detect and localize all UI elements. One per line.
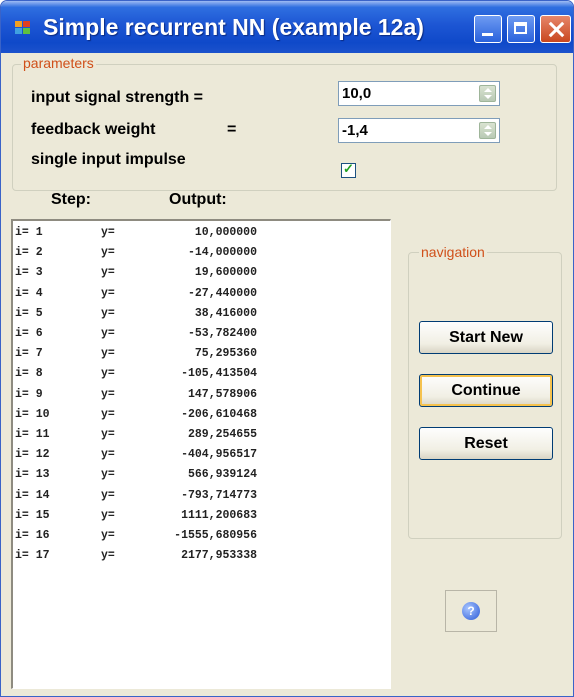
spinner-arrows-icon[interactable] bbox=[479, 122, 496, 139]
output-list[interactable]: i= 1 y= 10,000000 i= 2 y= -14,000000 i= 3 y= 19,… bbox=[11, 219, 391, 689]
step-header: Step: bbox=[51, 191, 91, 208]
help-button[interactable]: ? bbox=[445, 590, 497, 632]
minimize-icon bbox=[482, 33, 493, 36]
step-label: i= 15 bbox=[15, 508, 50, 522]
minimize-button[interactable] bbox=[474, 15, 502, 43]
output-value: 2177,953338 bbox=[181, 549, 257, 563]
output-value: -105,413504 bbox=[181, 367, 257, 381]
y-label: y= bbox=[101, 347, 115, 361]
app-window: Simple recurrent NN (example 12a) parame… bbox=[0, 0, 574, 697]
output-value: -206,610468 bbox=[181, 407, 257, 421]
spinner-arrows-icon[interactable] bbox=[479, 85, 496, 102]
list-item[interactable]: i= 12 y= -404,956517 bbox=[13, 448, 257, 468]
step-label: i= 2 bbox=[15, 246, 43, 260]
y-label: y= bbox=[101, 246, 115, 260]
output-value: -793,714773 bbox=[181, 488, 257, 502]
list-item[interactable]: i= 3 y= 19,600000 bbox=[13, 266, 257, 286]
checkmark-icon: ✓ bbox=[343, 161, 354, 176]
y-label: y= bbox=[101, 468, 115, 482]
output-value: 566,939124 bbox=[187, 468, 257, 482]
step-label: i= 16 bbox=[15, 529, 50, 542]
feedback-weight-equals: = bbox=[227, 121, 237, 138]
maximize-icon bbox=[514, 22, 527, 34]
list-item[interactable]: i= 14 y= -793,714773 bbox=[13, 489, 257, 509]
step-label: i= 17 bbox=[15, 549, 50, 563]
feedback-weight-value[interactable]: -1,4 bbox=[342, 122, 368, 139]
step-label: i= 9 bbox=[15, 387, 43, 401]
list-item[interactable]: i= 9 y= 147,578906 bbox=[13, 388, 257, 408]
output-value: -1555,680956 bbox=[174, 529, 257, 542]
step-label: i= 12 bbox=[15, 448, 50, 462]
list-item[interactable]: i= 10 y= -206,610468 bbox=[13, 408, 257, 428]
step-label: i= 3 bbox=[15, 266, 43, 280]
output-value: 75,295360 bbox=[194, 347, 257, 361]
continue-button[interactable]: Continue bbox=[419, 374, 553, 407]
output-value: 38,416000 bbox=[194, 306, 257, 320]
reset-button[interactable]: Reset bbox=[419, 427, 553, 460]
navigation-legend: navigation bbox=[419, 244, 487, 260]
step-label: i= 4 bbox=[15, 286, 43, 300]
list-item[interactable]: i= 7 y= 75,295360 bbox=[13, 347, 257, 367]
output-value: 10,000000 bbox=[194, 226, 257, 239]
feedback-weight-spinner[interactable]: -1,4 bbox=[338, 118, 500, 143]
y-label: y= bbox=[101, 428, 115, 441]
list-item[interactable]: i= 13 y= 566,939124 bbox=[13, 468, 257, 488]
output-header: Output: bbox=[169, 191, 227, 208]
output-value: -53,782400 bbox=[187, 327, 257, 340]
list-item[interactable]: i= 17 y= 2177,953338 bbox=[13, 549, 257, 569]
y-label: y= bbox=[101, 549, 115, 563]
step-label: i= 6 bbox=[15, 327, 43, 340]
list-item[interactable]: i= 15 y= 1111,200683 bbox=[13, 509, 257, 529]
list-item[interactable]: i= 4 y= -27,440000 bbox=[13, 287, 257, 307]
title-bar[interactable]: Simple recurrent NN (example 12a) bbox=[1, 1, 573, 53]
input-signal-strength-label: input signal strength = bbox=[31, 89, 204, 106]
y-label: y= bbox=[101, 327, 115, 340]
y-label: y= bbox=[101, 367, 115, 381]
step-label: i= 14 bbox=[15, 488, 50, 502]
y-label: y= bbox=[101, 266, 115, 280]
output-value: 289,254655 bbox=[187, 428, 257, 441]
step-label: i= 13 bbox=[15, 468, 50, 482]
y-label: y= bbox=[101, 448, 115, 462]
y-label: y= bbox=[101, 508, 115, 522]
output-value: -14,000000 bbox=[187, 246, 257, 260]
list-item[interactable]: i= 11 y= 289,254655 bbox=[13, 428, 257, 448]
output-value: -404,956517 bbox=[181, 448, 257, 462]
y-label: y= bbox=[101, 286, 115, 300]
list-item[interactable]: i= 16 y= -1555,680956 bbox=[13, 529, 257, 549]
step-label: i= 5 bbox=[15, 306, 43, 320]
y-label: y= bbox=[101, 529, 115, 542]
feedback-weight-label: feedback weight bbox=[31, 121, 156, 138]
input-signal-strength-value[interactable]: 10,0 bbox=[342, 85, 371, 102]
y-label: y= bbox=[101, 387, 115, 401]
step-label: i= 11 bbox=[15, 428, 50, 441]
help-icon: ? bbox=[462, 602, 480, 620]
step-label: i= 7 bbox=[15, 347, 43, 361]
list-item[interactable]: i= 1 y= 10,000000 bbox=[13, 226, 257, 246]
list-item[interactable]: i= 5 y= 38,416000 bbox=[13, 307, 257, 327]
step-label: i= 1 bbox=[15, 226, 43, 239]
app-icon bbox=[15, 21, 31, 35]
output-value: -27,440000 bbox=[187, 286, 257, 300]
maximize-button[interactable] bbox=[507, 15, 535, 43]
output-value: 1111,200683 bbox=[181, 508, 257, 522]
y-label: y= bbox=[101, 407, 115, 421]
start-new-button[interactable]: Start New bbox=[419, 321, 553, 354]
list-item[interactable]: i= 8 y= -105,413504 bbox=[13, 367, 257, 387]
y-label: y= bbox=[101, 226, 115, 239]
list-item[interactable]: i= 2 y= -14,000000 bbox=[13, 246, 257, 266]
single-input-impulse-checkbox[interactable]: ✓ bbox=[341, 161, 356, 178]
window-title: Simple recurrent NN (example 12a) bbox=[43, 14, 424, 40]
list-item[interactable]: i= 6 y= -53,782400 bbox=[13, 327, 257, 347]
output-value: 147,578906 bbox=[187, 387, 257, 401]
single-input-impulse-label: single input impulse bbox=[31, 151, 186, 168]
step-label: i= 10 bbox=[15, 407, 50, 421]
y-label: y= bbox=[101, 306, 115, 320]
step-label: i= 8 bbox=[15, 367, 43, 381]
parameters-legend: parameters bbox=[21, 55, 96, 71]
close-button[interactable] bbox=[540, 15, 571, 43]
output-value: 19,600000 bbox=[194, 266, 257, 280]
input-signal-strength-spinner[interactable]: 10,0 bbox=[338, 81, 500, 106]
y-label: y= bbox=[101, 488, 115, 502]
